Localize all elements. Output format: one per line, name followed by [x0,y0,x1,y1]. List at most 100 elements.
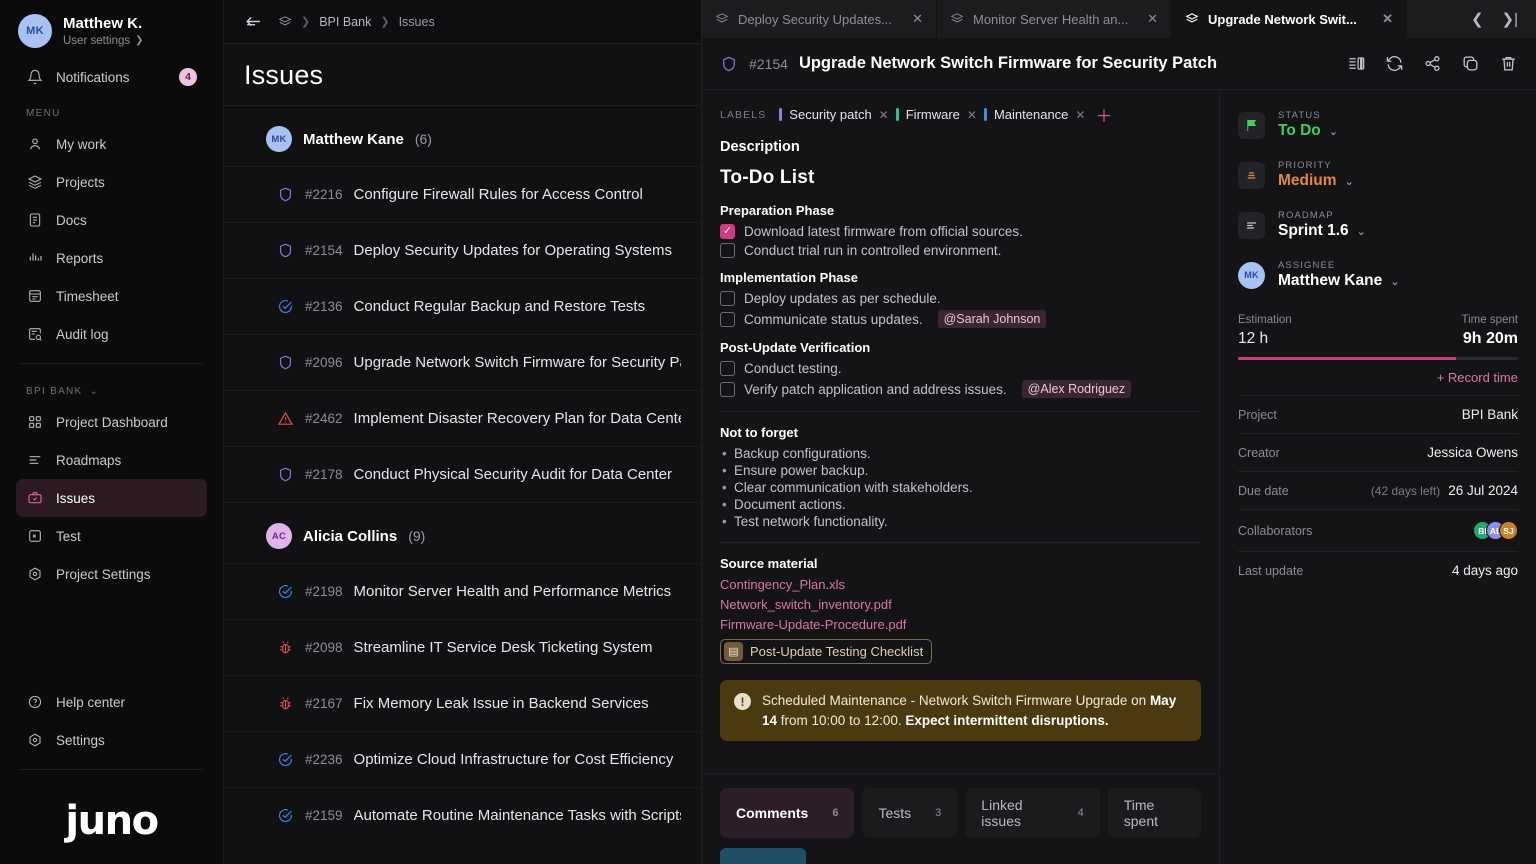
sidebar-item-reports[interactable]: Reports [16,239,207,277]
checklist-item[interactable]: Download latest firmware from official s… [720,224,1201,239]
checkbox[interactable] [720,382,735,397]
sidebar-item-issues[interactable]: Issues [16,479,207,517]
plus-icon[interactable]: ＋ [1092,102,1112,127]
chevron-down-icon[interactable]: ⌄ [1357,225,1366,238]
app-logo: juno [16,780,207,864]
mention-chip[interactable]: @Sarah Johnson [938,310,1047,328]
status-field[interactable]: STATUS To Do⌄ [1238,100,1518,150]
list-item[interactable]: #2096 Upgrade Network Switch Firmware fo… [224,334,701,390]
panel-layout-icon[interactable] [1347,54,1366,73]
copy-icon[interactable] [1461,54,1480,73]
sidebar-item-my-work[interactable]: My work [16,125,207,163]
sidebar-item-project-settings[interactable]: Project Settings [16,555,207,593]
user-settings-button[interactable]: MK Matthew K. User settings ❯ [16,0,207,58]
record-time-button[interactable]: + Record time [1238,370,1518,385]
list-item[interactable]: #2136 Conduct Regular Backup and Restore… [224,278,701,334]
not-to-forget-heading: Not to forget [720,425,1201,440]
list-item[interactable]: #2154 Deploy Security Updates for Operat… [224,222,701,278]
attachment-chip[interactable]: ▤ Post-Update Testing Checklist [720,639,932,664]
tab-comments[interactable]: Comments 6 [720,788,854,838]
label-chip[interactable]: Maintenance ✕ [984,107,1086,122]
mention-chip[interactable]: @Alex Rodriguez [1022,380,1131,398]
issues-list-panel: ❯ BPI Bank ❯ Issues Issues MK Matthew Ka… [224,0,702,864]
delete-icon[interactable] [1499,54,1518,73]
sidebar-item-project-dashboard[interactable]: Project Dashboard [16,403,207,441]
checklist-item[interactable]: Conduct testing. [720,361,1201,376]
collaborator-avatars[interactable]: BI AL SJ [1473,521,1518,540]
tab-deploy-security-updates[interactable]: Deploy Security Updates... ✕ [702,0,937,38]
tab-monitor-server-health[interactable]: Monitor Server Health an... ✕ [937,0,1172,38]
close-icon[interactable]: ✕ [967,108,977,122]
breadcrumb-item-issues[interactable]: Issues [399,15,435,29]
close-icon[interactable]: ✕ [1147,11,1158,27]
close-icon[interactable]: ✕ [1075,108,1085,122]
source-file-link[interactable]: Firmware-Update-Procedure.pdf [720,617,1201,632]
roadmap-field[interactable]: ROADMAP Sprint 1.6⌄ [1238,200,1518,250]
checkbox[interactable] [720,243,735,258]
issue-title: Streamline IT Service Desk Ticketing Sys… [354,639,653,656]
list-item: Document actions. [720,497,1201,512]
label-chip[interactable]: Firmware ✕ [896,107,977,122]
issue-title: Conduct Regular Backup and Restore Tests [354,298,646,315]
label-text: Firmware [906,107,960,122]
tab-upgrade-network-switch[interactable]: Upgrade Network Swit... ✕ [1172,0,1407,38]
list-item[interactable]: #2236 Optimize Cloud Infrastructure for … [224,731,701,787]
list-item[interactable]: #2462 Implement Disaster Recovery Plan f… [224,390,701,446]
assignee-field[interactable]: MK ASSIGNEE Matthew Kane⌄ [1238,250,1518,300]
list-item[interactable]: #2159 Automate Routine Maintenance Tasks… [224,787,701,843]
back-arrow-icon[interactable] [244,15,263,28]
source-file-link[interactable]: Network_switch_inventory.pdf [720,597,1201,612]
source-file-link[interactable]: Contingency_Plan.xls [720,577,1201,592]
tab-tests[interactable]: Tests 3 [862,788,957,838]
tab-linked-issues[interactable]: Linked issues 4 [965,788,1099,838]
sidebar-item-projects[interactable]: Projects [16,163,207,201]
tab-time-spent[interactable]: Time spent [1108,788,1201,838]
project-section-label[interactable]: BPI BANK ⌄ [16,374,207,403]
priority-field[interactable]: PRIORITY Medium⌄ [1238,150,1518,200]
share-icon[interactable] [1423,54,1442,73]
close-icon[interactable]: ✕ [912,11,923,27]
sidebar-item-test[interactable]: Test [16,517,207,555]
checkbox[interactable] [720,361,735,376]
sidebar-item-settings[interactable]: Settings [16,721,207,759]
compose-button[interactable] [720,848,806,864]
checkbox[interactable] [720,312,735,327]
chevron-down-icon[interactable]: ⌄ [1390,275,1399,288]
issue-group-header[interactable]: AC Alicia Collins (9) [224,502,701,563]
layers-icon[interactable] [278,15,292,29]
chevron-left-icon[interactable]: ❮ [1471,10,1484,28]
close-icon[interactable]: ✕ [879,108,889,122]
skip-forward-icon[interactable]: ❯| [1502,10,1518,28]
list-item[interactable]: #2178 Conduct Physical Security Audit fo… [224,446,701,502]
sidebar-item-timesheet[interactable]: Timesheet [16,277,207,315]
list-item[interactable]: #2098 Streamline IT Service Desk Ticketi… [224,619,701,675]
flag-icon [1238,112,1265,139]
issue-group-header[interactable]: MK Matthew Kane (6) [224,106,701,166]
checkbox[interactable] [720,291,735,306]
checklist-item[interactable]: Communicate status updates. @Sarah Johns… [720,310,1201,328]
sidebar-item-roadmaps[interactable]: Roadmaps [16,441,207,479]
chevron-down-icon[interactable]: ⌄ [1345,175,1354,188]
checklist-item[interactable]: Conduct trial run in controlled environm… [720,243,1201,258]
sidebar-item-docs[interactable]: Docs [16,201,207,239]
refresh-icon[interactable] [1385,54,1404,73]
sidebar-item-notifications[interactable]: Notifications 4 [16,58,207,96]
chevron-down-icon[interactable]: ⌄ [1329,125,1338,138]
meta-row-last-update: Last update 4 days ago [1238,551,1518,589]
issue-detail-panel: Deploy Security Updates... ✕ Monitor Ser… [702,0,1536,864]
label-chip[interactable]: Security patch ✕ [779,107,888,122]
meta-row-creator: Creator Jessica Owens [1238,433,1518,471]
description-scroll[interactable]: Description To-Do List Preparation Phase… [702,139,1219,773]
list-item[interactable]: #2216 Configure Firewall Rules for Acces… [224,166,701,222]
issues-scroll-area[interactable]: MK Matthew Kane (6) #2216 Configure Fire… [224,106,701,864]
list-item[interactable]: #2198 Monitor Server Health and Performa… [224,563,701,619]
checklist-item[interactable]: Deploy updates as per schedule. [720,291,1201,306]
checklist-item[interactable]: Verify patch application and address iss… [720,380,1201,398]
sidebar-item-help-center[interactable]: Help center [16,683,207,721]
sidebar-item-audit-log[interactable]: Audit log [16,315,207,353]
close-icon[interactable]: ✕ [1382,11,1393,27]
breadcrumb-item-project[interactable]: BPI Bank [319,15,371,29]
list-item[interactable]: #2167 Fix Memory Leak Issue in Backend S… [224,675,701,731]
sidebar-item-label: Roadmaps [56,453,121,468]
checkbox[interactable] [720,224,735,239]
